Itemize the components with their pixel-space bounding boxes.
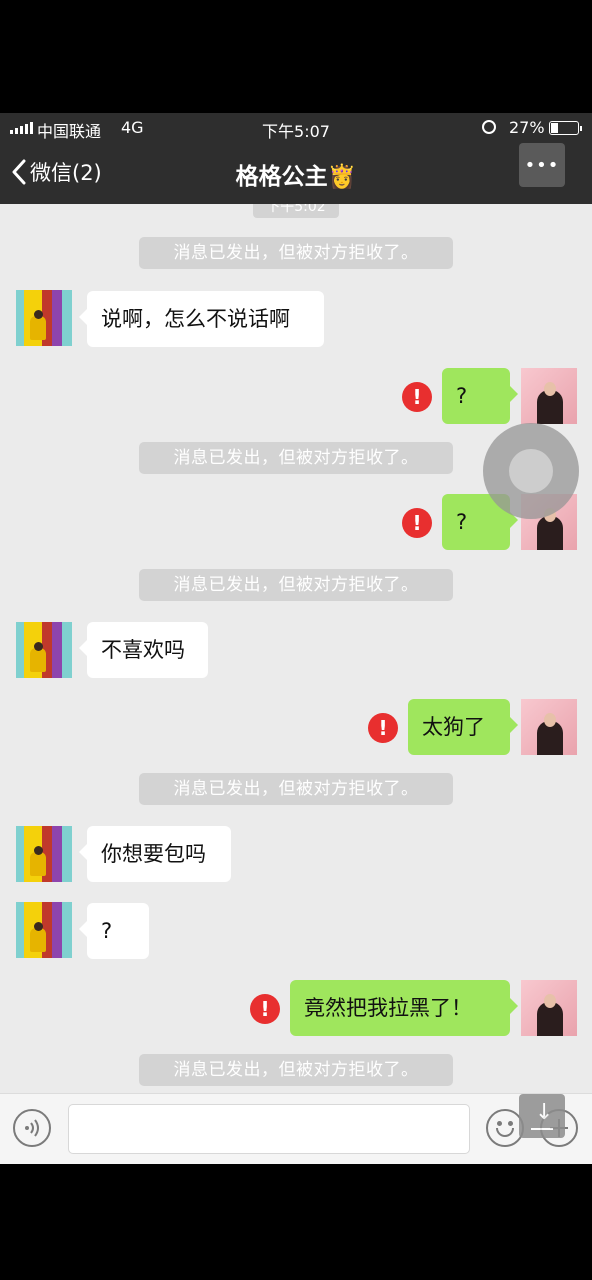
system-notice: 消息已发出，但被对方拒收了。 xyxy=(139,773,453,805)
message-bubble-incoming[interactable]: ? xyxy=(79,903,149,959)
status-bar: 中国联通 4G 下午5:07 27% xyxy=(0,113,592,143)
chat-area[interactable]: 下午5:02 消息已发出，但被对方拒收了。 说啊，怎么不说话啊 ! ? 消息已发… xyxy=(0,204,592,1093)
status-time: 下午5:07 xyxy=(262,122,330,141)
system-notice: 消息已发出，但被对方拒收了。 xyxy=(139,442,453,474)
message-bubble-incoming[interactable]: 说啊，怎么不说话啊 xyxy=(79,291,324,347)
battery-percent: 27% xyxy=(509,118,545,137)
voice-icon xyxy=(25,1119,39,1137)
contact-avatar[interactable] xyxy=(16,622,72,678)
message-input[interactable] xyxy=(68,1104,470,1154)
emoji-icon xyxy=(497,1121,502,1126)
message-bubble-incoming[interactable]: 不喜欢吗 xyxy=(79,622,208,678)
more-icon: ••• xyxy=(524,154,560,176)
contact-avatar[interactable] xyxy=(16,902,72,958)
my-avatar[interactable] xyxy=(521,699,577,755)
chat-title: 格格公主👸 xyxy=(235,164,357,190)
assistive-touch-button[interactable] xyxy=(483,423,579,519)
message-bubble-outgoing[interactable]: 竟然把我拉黑了！ xyxy=(290,980,518,1036)
system-notice: 消息已发出，但被对方拒收了。 xyxy=(139,1054,453,1086)
rotation-lock-icon xyxy=(482,120,496,134)
system-notice: 消息已发出，但被对方拒收了。 xyxy=(139,237,453,269)
timestamp: 下午5:02 xyxy=(253,204,339,218)
send-failed-icon[interactable]: ! xyxy=(402,508,432,538)
send-failed-icon[interactable]: ! xyxy=(402,382,432,412)
message-bubble-outgoing[interactable]: 太狗了 xyxy=(408,699,518,755)
contact-avatar[interactable] xyxy=(16,826,72,882)
download-icon: ↓ xyxy=(535,1100,554,1125)
my-avatar[interactable] xyxy=(521,368,577,424)
send-failed-icon[interactable]: ! xyxy=(250,994,280,1024)
system-notice: 消息已发出，但被对方拒收了。 xyxy=(139,569,453,601)
download-overlay-button[interactable]: ↓ xyxy=(519,1094,565,1138)
input-toolbar: ↓ xyxy=(0,1093,592,1164)
battery-icon xyxy=(549,121,582,135)
my-avatar[interactable] xyxy=(521,980,577,1036)
send-failed-icon[interactable]: ! xyxy=(368,713,398,743)
message-bubble-incoming[interactable]: 你想要包吗 xyxy=(79,826,231,882)
voice-input-button[interactable] xyxy=(13,1109,51,1147)
message-bubble-outgoing[interactable]: ? xyxy=(442,368,518,424)
more-options-button[interactable]: ••• xyxy=(519,143,565,187)
contact-avatar[interactable] xyxy=(16,290,72,346)
chat-header: 微信(2) 格格公主👸 xyxy=(0,143,592,204)
